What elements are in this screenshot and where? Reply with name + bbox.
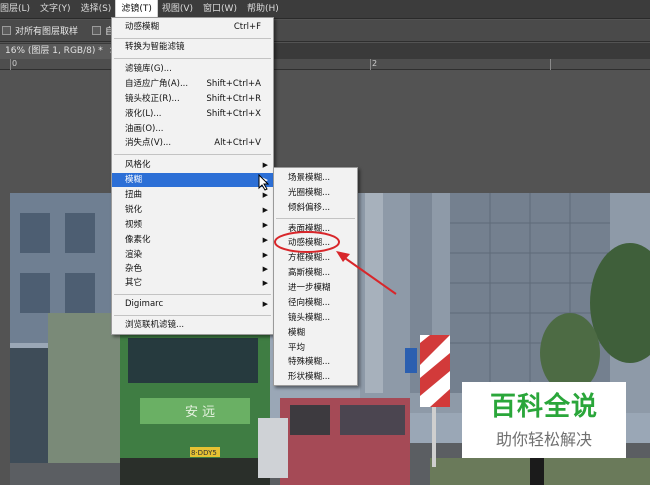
- submenu-item-blur[interactable]: 模糊: [274, 326, 357, 340]
- submenu-arrow-icon: ▶: [262, 206, 268, 214]
- watermark-title: 百科全说: [489, 392, 598, 422]
- menu-type[interactable]: 文字(Y): [35, 0, 76, 19]
- menu-item-stylize[interactable]: 风格化 ▶: [112, 158, 273, 172]
- sample-all-layers-checkbox[interactable]: [2, 26, 11, 35]
- menu-select[interactable]: 选择(S): [76, 0, 117, 19]
- menu-item-blur[interactable]: 模糊 ▶: [112, 173, 273, 187]
- submenu-arrow-icon: ▶: [262, 221, 268, 229]
- menu-item-liquify[interactable]: 液化(L)... Shift+Ctrl+X: [112, 107, 273, 121]
- menu-filter[interactable]: 滤镜(T): [115, 0, 158, 20]
- menu-bar: 图层(L) 文字(Y) 选择(S) 滤镜(T) 视图(V) 窗口(W) 帮助(H…: [0, 0, 650, 20]
- submenu-item-smart-blur[interactable]: 特殊模糊...: [274, 355, 357, 369]
- sample-all-layers-option[interactable]: 对所有图层取样: [2, 24, 78, 37]
- watermark-subtitle: 助你轻松解决: [495, 430, 592, 449]
- annotation-arrow-icon: [336, 251, 397, 295]
- menu-item-vanishing-point-shortcut: Alt+Ctrl+V: [214, 138, 261, 148]
- menu-item-sharpen[interactable]: 锐化 ▶: [112, 203, 273, 217]
- menu-item-render-label: 渲染: [125, 250, 143, 260]
- auto-checkbox[interactable]: [92, 26, 102, 35]
- menu-item-stylize-label: 风格化: [125, 160, 151, 170]
- submenu-arrow-icon: ▶: [262, 279, 268, 287]
- menu-item-convert-smart-label: 转换为智能滤镜: [125, 42, 185, 52]
- options-bar: 对所有图层取样 自动: [0, 20, 650, 42]
- menu-item-distort[interactable]: 扭曲 ▶: [112, 188, 273, 202]
- document-tab[interactable]: 16% (图层 1, RGB/8) *×: [0, 44, 123, 59]
- menu-item-browse-online-label: 浏览联机滤镜...: [125, 320, 185, 330]
- submenu-item-lens-blur[interactable]: 镜头模糊...: [274, 311, 357, 325]
- mouse-cursor-icon: [258, 174, 270, 191]
- menu-item-oil-paint-label: 油画(O)...: [125, 124, 164, 134]
- menu-item-lens-correction-label: 镜头校正(R)...: [125, 94, 180, 104]
- menu-item-other[interactable]: 其它 ▶: [112, 276, 273, 290]
- menu-item-vanishing-point[interactable]: 消失点(V)... Alt+Ctrl+V: [112, 136, 273, 150]
- submenu-arrow-icon: ▶: [262, 251, 268, 259]
- menu-item-other-label: 其它: [125, 278, 143, 288]
- menu-item-last-filter-shortcut: Ctrl+F: [233, 22, 261, 32]
- truck-sign-text: 安 远: [185, 405, 215, 420]
- menu-item-filter-gallery-label: 滤镜库(G)...: [125, 64, 172, 74]
- document-tab-bar: 16% (图层 1, RGB/8) *×: [0, 43, 650, 59]
- submenu-item-radial-blur[interactable]: 径向模糊...: [274, 296, 357, 310]
- menu-item-digimarc-label: Digimarc: [125, 299, 164, 309]
- menu-item-browse-online[interactable]: 浏览联机滤镜...: [112, 318, 273, 332]
- document-tab-label: 16% (图层 1, RGB/8) *: [5, 46, 103, 56]
- menu-item-video[interactable]: 视频 ▶: [112, 218, 273, 232]
- submenu-arrow-icon: ▶: [262, 161, 268, 169]
- menu-item-noise[interactable]: 杂色 ▶: [112, 262, 273, 276]
- menu-item-distort-label: 扭曲: [125, 190, 143, 200]
- menu-item-filter-gallery[interactable]: 滤镜库(G)...: [112, 62, 273, 76]
- menu-window[interactable]: 窗口(W): [198, 0, 242, 19]
- menu-item-digimarc[interactable]: Digimarc ▶: [112, 297, 273, 311]
- menu-item-render[interactable]: 渲染 ▶: [112, 248, 273, 262]
- menu-item-adaptive-wide[interactable]: 自适应广角(A)... Shift+Ctrl+A: [112, 77, 273, 91]
- filter-menu: 动感模糊 Ctrl+F 转换为智能滤镜 滤镜库(G)... 自适应广角(A)...…: [111, 17, 274, 335]
- ruler-label-2: 2: [372, 59, 378, 68]
- menu-item-noise-label: 杂色: [125, 264, 143, 274]
- menu-item-adaptive-wide-label: 自适应广角(A)...: [125, 79, 189, 89]
- menu-item-sharpen-label: 锐化: [125, 205, 143, 215]
- submenu-arrow-icon: ▶: [262, 265, 268, 273]
- menu-view[interactable]: 视图(V): [157, 0, 198, 19]
- menu-item-convert-smart[interactable]: 转换为智能滤镜: [112, 40, 273, 54]
- submenu-item-field-blur[interactable]: 场景模糊...: [274, 171, 357, 185]
- sample-all-layers-label: 对所有图层取样: [15, 27, 79, 37]
- submenu-item-tilt-shift[interactable]: 倾斜偏移...: [274, 201, 357, 215]
- submenu-item-iris-blur[interactable]: 光圈模糊...: [274, 186, 357, 200]
- menu-item-last-filter-label: 动感模糊: [125, 22, 160, 32]
- menu-item-adaptive-wide-shortcut: Shift+Ctrl+A: [206, 79, 261, 89]
- submenu-arrow-icon: ▶: [262, 236, 268, 244]
- menu-item-oil-paint[interactable]: 油画(O)...: [112, 122, 273, 136]
- menu-item-liquify-label: 液化(L)...: [125, 109, 162, 119]
- menu-help[interactable]: 帮助(H): [242, 0, 284, 19]
- submenu-item-average[interactable]: 平均: [274, 341, 357, 355]
- watermark-logo: 百科全说 助你轻松解决: [462, 382, 626, 458]
- license-plate-text: 8·DDY5: [191, 449, 217, 457]
- menu-item-lens-correction[interactable]: 镜头校正(R)... Shift+Ctrl+R: [112, 92, 273, 106]
- horizontal-ruler: 0 2: [0, 59, 650, 70]
- menu-item-last-filter[interactable]: 动感模糊 Ctrl+F: [112, 20, 273, 34]
- menu-item-video-label: 视频: [125, 220, 143, 230]
- menu-item-blur-label: 模糊: [125, 175, 143, 185]
- ruler-label-0: 0: [12, 59, 18, 68]
- menu-item-pixelate[interactable]: 像素化 ▶: [112, 233, 273, 247]
- submenu-arrow-icon: ▶: [262, 300, 268, 308]
- menu-item-liquify-shortcut: Shift+Ctrl+X: [206, 109, 261, 119]
- submenu-item-shape-blur[interactable]: 形状模糊...: [274, 370, 357, 384]
- menu-item-pixelate-label: 像素化: [125, 235, 151, 245]
- menu-layer[interactable]: 图层(L): [0, 0, 35, 19]
- menu-item-lens-correction-shortcut: Shift+Ctrl+R: [206, 94, 261, 104]
- menu-item-vanishing-point-label: 消失点(V)...: [125, 138, 172, 148]
